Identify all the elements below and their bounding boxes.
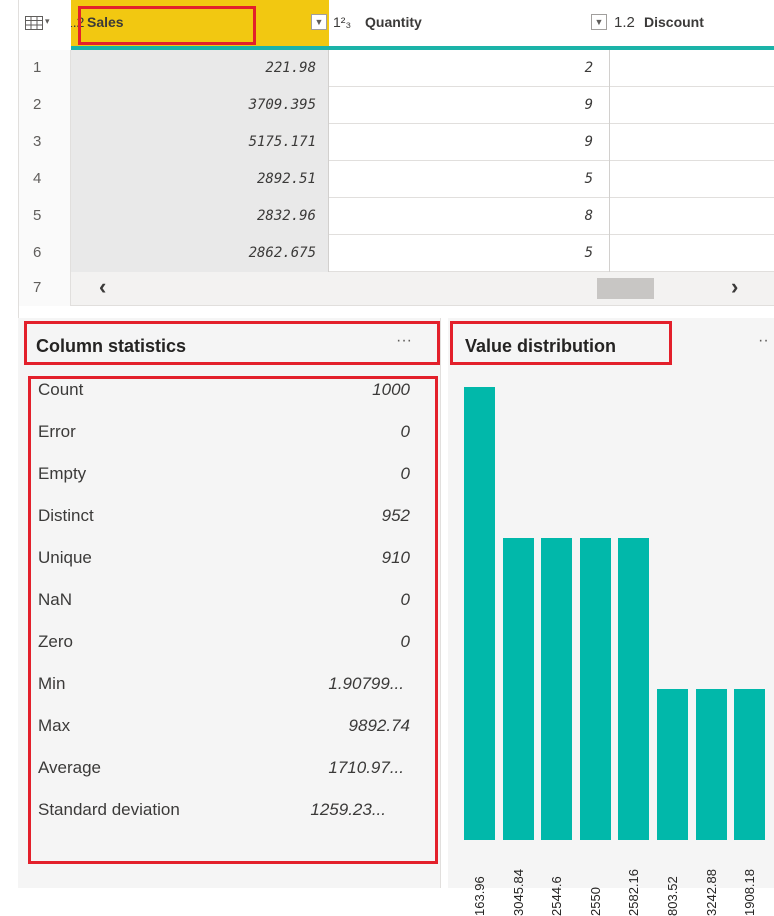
table-row[interactable]: 6 2862.675 5 <box>19 235 774 272</box>
discount-cell[interactable] <box>610 50 774 87</box>
chevron-down-icon: ▾ <box>45 16 50 26</box>
x-tick-label: 2544.6 <box>549 876 565 916</box>
scroll-right-icon[interactable]: › <box>731 274 738 300</box>
chart-bar[interactable] <box>695 689 727 840</box>
annotation-highlight <box>78 6 256 45</box>
x-tick-label: 2550 <box>587 887 603 916</box>
quantity-cell[interactable]: 2 <box>329 50 610 87</box>
type-icon-decimal: 1.2 <box>614 14 635 31</box>
quantity-cell[interactable]: 9 <box>329 87 610 124</box>
row-number: 5 <box>19 198 71 235</box>
annotation-highlight <box>24 321 440 365</box>
sales-cell[interactable]: 221.98 <box>71 50 329 87</box>
table-row[interactable]: 2 3709.395 9 <box>19 87 774 124</box>
type-icon-whole-number: 1²₃ <box>333 14 352 30</box>
scroll-left-icon[interactable]: ‹ <box>99 274 106 300</box>
discount-cell[interactable] <box>610 87 774 124</box>
sales-cell[interactable]: 2892.51 <box>71 161 329 198</box>
table-row[interactable]: 4 2892.51 5 <box>19 161 774 198</box>
column-header-quantity[interactable]: 1²₃ Quantity ▼ <box>329 0 610 46</box>
column-name-discount: Discount <box>644 14 704 30</box>
chart-bar[interactable] <box>657 689 688 840</box>
row-number: 3 <box>19 124 71 161</box>
table-row[interactable]: 5 2832.96 8 <box>19 198 774 235</box>
table-row[interactable]: 1 221.98 2 <box>19 50 774 87</box>
chart-bar[interactable] <box>502 538 534 840</box>
x-tick-label: 3045.84 <box>510 869 526 916</box>
horizontal-scrollbar[interactable]: ‹ › <box>71 272 774 305</box>
table-icon <box>25 16 43 30</box>
row-number: 2 <box>19 87 71 124</box>
row-number: 4 <box>19 161 71 198</box>
discount-cell[interactable] <box>610 198 774 235</box>
sales-cell[interactable]: 2832.96 <box>71 198 329 235</box>
column-filter-dropdown[interactable]: ▼ <box>591 14 607 30</box>
more-options-icon[interactable]: ·· <box>758 332 769 350</box>
x-tick-label: 1908.18 <box>742 869 758 916</box>
chart-bar[interactable] <box>464 387 495 840</box>
value-distribution-panel: Value distribution ·· 163.96 3045.84 2544.… <box>448 318 774 916</box>
sales-cell[interactable]: 3709.395 <box>71 87 329 124</box>
column-name-quantity: Quantity <box>365 14 422 30</box>
sales-cell[interactable]: 5175.171 <box>71 124 329 161</box>
row-number: 6 <box>19 235 71 272</box>
chart-bar[interactable] <box>734 689 766 840</box>
x-tick-label: 803.52 <box>665 876 680 916</box>
x-tick-label: 163.96 <box>472 876 487 916</box>
row-number: 7 <box>19 272 71 306</box>
quantity-cell[interactable]: 5 <box>329 235 610 272</box>
annotation-highlight <box>450 321 672 365</box>
discount-cell[interactable] <box>610 161 774 198</box>
x-tick-label: 3242.88 <box>703 869 719 916</box>
quantity-cell[interactable]: 5 <box>329 161 610 198</box>
data-grid: ▾ 1.2 Sales ▼ 1²₃ Quantity ▼ 1.2 Discoun… <box>18 0 774 318</box>
discount-cell[interactable] <box>610 124 774 161</box>
table-row[interactable]: 3 5175.171 9 <box>19 124 774 161</box>
annotation-highlight <box>28 376 438 864</box>
chart-bar[interactable] <box>541 538 573 840</box>
chart-bar[interactable] <box>618 538 650 840</box>
column-filter-dropdown[interactable]: ▼ <box>311 14 327 30</box>
scrollbar-thumb[interactable] <box>597 278 654 299</box>
chart-bar[interactable] <box>579 538 611 840</box>
discount-cell[interactable] <box>610 235 774 272</box>
sales-cell[interactable]: 2862.675 <box>71 235 329 272</box>
column-header-discount[interactable]: 1.2 Discount <box>610 0 774 46</box>
quantity-cell[interactable]: 9 <box>329 124 610 161</box>
value-distribution-chart: 163.96 3045.84 2544.6 2550 2582.16 803.52 3242… <box>464 378 774 916</box>
quantity-cell[interactable]: 8 <box>329 198 610 235</box>
row-number: 1 <box>19 50 71 87</box>
x-tick-label: 2582.16 <box>626 869 642 916</box>
table-menu-button[interactable]: ▾ <box>19 0 71 46</box>
table-row[interactable]: 7 ‹ › <box>19 272 774 306</box>
